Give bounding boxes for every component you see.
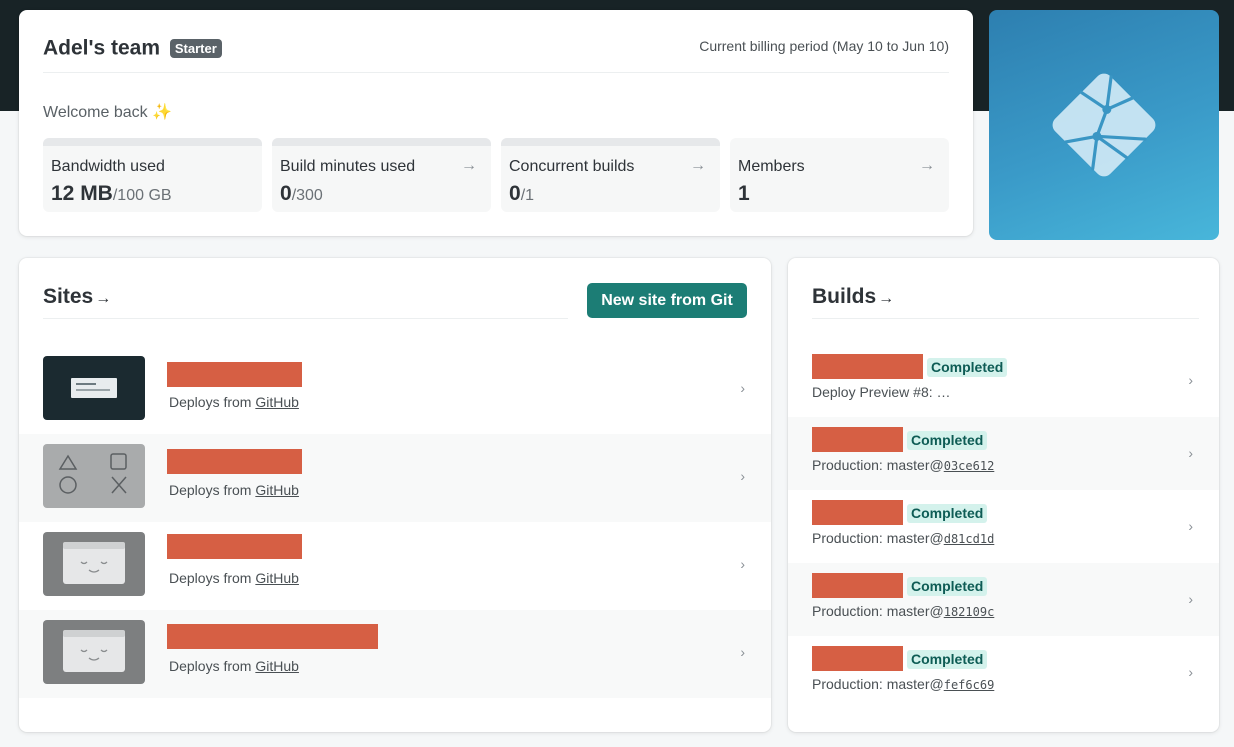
build-row[interactable]: Completed Production: master@fef6c69 ›: [788, 636, 1219, 709]
redacted-build-name: [812, 427, 903, 452]
commit-hash-link[interactable]: 182109c: [944, 605, 995, 619]
redacted-build-name: [812, 646, 903, 671]
usage-bar: [43, 138, 262, 146]
stat-value: 12 MB/100 GB: [51, 182, 172, 205]
site-row[interactable]: Deploys from GitHub ›: [19, 610, 771, 698]
github-link[interactable]: GitHub: [255, 394, 299, 410]
shapes-thumbnail-icon: [58, 453, 127, 494]
site-thumbnail: [43, 620, 145, 684]
stat-label: Members: [738, 158, 805, 175]
arrow-right-icon: →: [690, 157, 706, 174]
build-row[interactable]: Completed Deploy Preview #8: … ›: [788, 344, 1219, 417]
status-badge: Completed: [927, 358, 1008, 377]
github-link[interactable]: GitHub: [255, 570, 299, 586]
stat-members[interactable]: Members → 1: [730, 138, 949, 212]
site-thumbnail: [43, 532, 145, 596]
site-row[interactable]: Deploys from GitHub ›: [19, 346, 771, 434]
stat-bandwidth: Bandwidth used 12 MB/100 GB: [43, 138, 262, 212]
usage-bar: [272, 138, 491, 146]
welcome-message: Welcome back ✨: [43, 104, 172, 121]
stat-concurrent-builds[interactable]: Concurrent builds → 0/1: [501, 138, 720, 212]
build-context: Production: master@d81cd1d: [812, 530, 995, 546]
build-row[interactable]: Completed Production: master@d81cd1d ›: [788, 490, 1219, 563]
redacted-site-name: [167, 624, 378, 649]
site-thumbnail: [43, 356, 145, 420]
deploy-source: Deploys from GitHub: [169, 394, 299, 410]
new-site-from-git-button[interactable]: New site from Git: [587, 283, 747, 318]
build-row[interactable]: Completed Production: master@182109c ›: [788, 563, 1219, 636]
redacted-build-name: [812, 573, 903, 598]
chevron-right-icon: ›: [740, 380, 745, 396]
redacted-build-name: [812, 500, 903, 525]
netlify-logo-tile: [989, 10, 1219, 240]
site-row[interactable]: Deploys from GitHub ›: [19, 434, 771, 522]
status-badge: Completed: [907, 577, 988, 596]
build-context: Production: master@fef6c69: [812, 676, 995, 692]
stat-label: Concurrent builds: [509, 158, 635, 175]
builds-title: Builds: [812, 285, 877, 308]
redacted-build-name: [812, 354, 923, 379]
divider: [812, 318, 1199, 319]
stat-value: 0/300: [280, 182, 323, 205]
divider: [43, 72, 949, 73]
commit-hash-link[interactable]: 03ce612: [944, 459, 995, 473]
commit-hash-link[interactable]: d81cd1d: [944, 532, 995, 546]
stat-build-minutes[interactable]: Build minutes used → 0/300: [272, 138, 491, 212]
chevron-right-icon: ›: [1188, 372, 1193, 388]
stat-label: Bandwidth used: [51, 158, 165, 175]
site-thumbnail: [43, 444, 145, 508]
build-row[interactable]: Completed Production: master@03ce612 ›: [788, 417, 1219, 490]
builds-heading-link[interactable]: Builds →: [812, 285, 894, 309]
arrow-right-icon: →: [919, 157, 935, 174]
team-name[interactable]: Adel's team: [43, 36, 160, 59]
stat-value: 0/1: [509, 182, 535, 205]
placeholder-face-icon: [63, 630, 125, 672]
status-badge: Completed: [907, 504, 988, 523]
chevron-right-icon: ›: [740, 644, 745, 660]
sites-card: Sites → New site from Git Deploys from Gi…: [19, 258, 771, 732]
netlify-logo-icon: [1052, 73, 1156, 177]
builds-card: Builds → Completed Deploy Preview #8: … ›…: [788, 258, 1219, 732]
chevron-right-icon: ›: [1188, 664, 1193, 680]
chevron-right-icon: ›: [1188, 445, 1193, 461]
sites-title: Sites: [43, 285, 94, 308]
placeholder-face-icon: [63, 542, 125, 584]
plan-badge: Starter: [169, 38, 222, 58]
deploy-source: Deploys from GitHub: [169, 482, 299, 498]
usage-stats: Bandwidth used 12 MB/100 GB Build minute…: [43, 138, 949, 212]
chevron-right-icon: ›: [740, 556, 745, 572]
github-link[interactable]: GitHub: [255, 482, 299, 498]
build-context: Deploy Preview #8: …: [812, 384, 951, 400]
commit-hash-link[interactable]: fef6c69: [944, 678, 995, 692]
build-context: Production: master@182109c: [812, 603, 995, 619]
divider: [43, 318, 568, 319]
build-context: Production: master@03ce612: [812, 457, 995, 473]
status-badge: Completed: [907, 650, 988, 669]
deploy-source: Deploys from GitHub: [169, 658, 299, 674]
github-link[interactable]: GitHub: [255, 658, 299, 674]
stat-value: 1: [738, 182, 750, 205]
status-badge: Completed: [907, 431, 988, 450]
redacted-site-name: [167, 362, 302, 387]
chevron-right-icon: ›: [740, 468, 745, 484]
arrow-right-icon: →: [95, 290, 112, 307]
team-overview-card: Adel's team Starter Current billing peri…: [19, 10, 973, 236]
deploy-source: Deploys from GitHub: [169, 570, 299, 586]
arrow-right-icon: →: [461, 157, 477, 174]
site-row[interactable]: Deploys from GitHub ›: [19, 522, 771, 610]
chevron-right-icon: ›: [1188, 591, 1193, 607]
stat-label: Build minutes used: [280, 158, 416, 175]
sites-heading-link[interactable]: Sites →: [43, 285, 111, 309]
billing-period: Current billing period (May 10 to Jun 10…: [699, 38, 949, 54]
redacted-site-name: [167, 534, 302, 559]
chevron-right-icon: ›: [1188, 518, 1193, 534]
arrow-right-icon: →: [878, 290, 895, 307]
usage-bar: [501, 138, 720, 146]
team-title: Adel's team Starter: [43, 36, 222, 60]
redacted-site-name: [167, 449, 302, 474]
